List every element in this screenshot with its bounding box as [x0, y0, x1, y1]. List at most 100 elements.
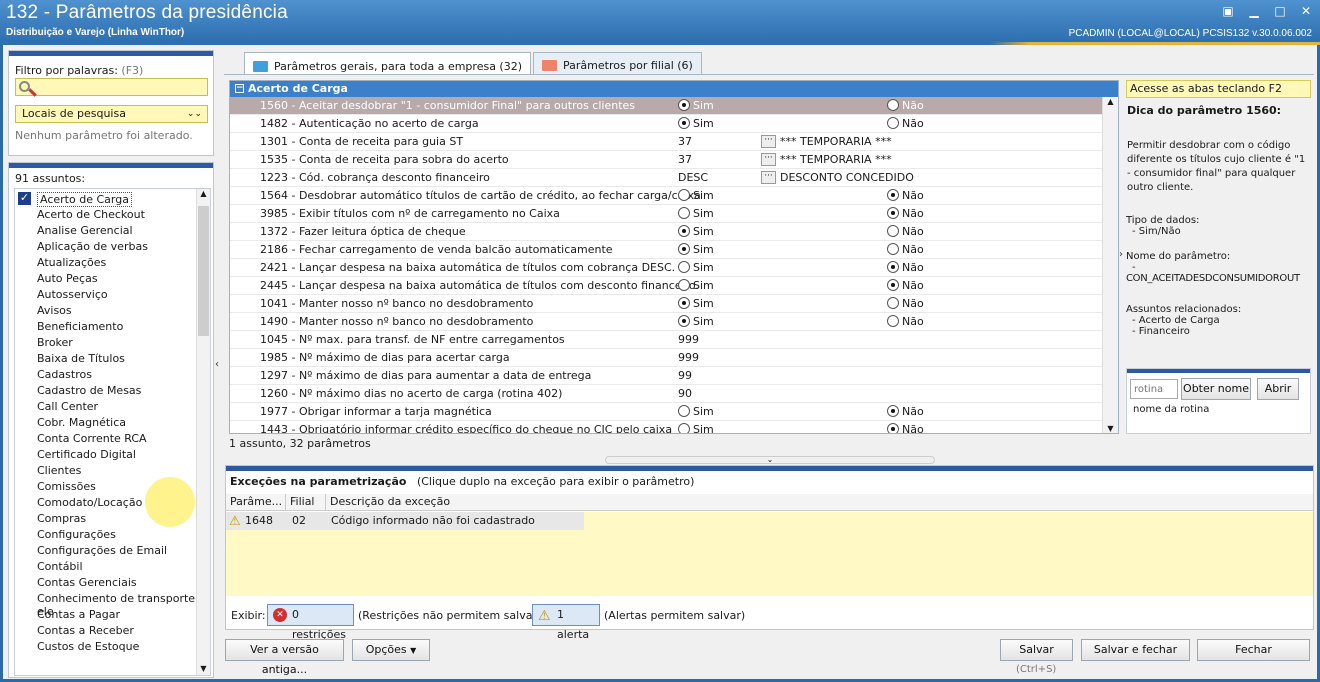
radio-no[interactable]: Não [887, 277, 924, 295]
parameter-row[interactable]: 2421 - Lançar despesa na baixa automátic… [230, 259, 1118, 277]
parameter-value[interactable]: 999 [678, 349, 699, 367]
radio-yes-icon[interactable] [678, 405, 690, 417]
radio-yes[interactable]: Sim [678, 421, 714, 433]
subject-item[interactable]: Cadastros [37, 368, 92, 381]
save-close-button[interactable]: Salvar e fechar [1081, 639, 1190, 661]
parameter-row[interactable]: 1297 - Nº máximo de dias para aumentar a… [230, 367, 1118, 385]
subject-item[interactable]: Autosserviço [37, 288, 108, 301]
close-button[interactable]: Fechar [1197, 639, 1310, 661]
parameter-value[interactable]: 99 [678, 367, 692, 385]
radio-yes[interactable]: Sim [678, 403, 714, 421]
radio-yes-icon[interactable] [678, 189, 690, 201]
parameter-row[interactable]: 1482 - Autenticação no acerto de carga Si… [230, 115, 1118, 133]
splitter-right-handle[interactable]: › [1119, 210, 1125, 300]
radio-no[interactable]: Não [887, 205, 924, 223]
lookup-button[interactable]: ··· [761, 153, 776, 166]
radio-no-icon[interactable] [887, 225, 899, 237]
exception-row[interactable]: ⚠ 1648 02 Código informado não foi cadas… [226, 512, 584, 530]
radio-yes[interactable]: Sim [678, 313, 714, 331]
radio-yes-icon[interactable] [678, 207, 690, 219]
subject-item[interactable]: Beneficiamento [37, 320, 123, 333]
parameter-row[interactable]: 1260 - Nº máximo dias no acerto de carga… [230, 385, 1118, 403]
grid-scrollbar[interactable]: ▲ ▼ [1102, 97, 1118, 433]
radio-no[interactable]: Não [887, 187, 924, 205]
radio-yes-icon[interactable] [678, 117, 690, 129]
radio-no-icon[interactable] [887, 261, 899, 273]
subject-item[interactable]: Aplicação de verbas [37, 240, 148, 253]
radio-yes-icon[interactable] [678, 315, 690, 327]
radio-no[interactable]: Não [887, 223, 924, 241]
subject-item[interactable]: Contas a Receber [37, 624, 134, 637]
restrictions-toggle[interactable]: ✕ 0 restrições [267, 604, 354, 641]
lookup-button[interactable]: ··· [761, 171, 776, 184]
parameter-value[interactable]: 37 [678, 151, 692, 169]
radio-yes-icon[interactable] [678, 225, 690, 237]
radio-no[interactable]: Não [887, 295, 924, 313]
subject-item[interactable]: Cadastro de Mesas [37, 384, 141, 397]
filter-input[interactable] [15, 78, 208, 96]
radio-yes[interactable]: Sim [678, 259, 714, 277]
parameter-row[interactable]: 1560 - Aceitar desdobrar "1 - consumidor… [230, 97, 1118, 115]
radio-yes-icon[interactable] [678, 261, 690, 273]
subjects-list[interactable]: ✓ Acerto de Carga Acerto de Checkout Anali… [14, 188, 211, 676]
subject-item[interactable]: Configurações [37, 528, 116, 541]
tab-branch[interactable]: Parâmetros por filial (6) [533, 52, 702, 74]
parameter-value[interactable]: 999 [678, 331, 699, 349]
minimize-icon[interactable]: ▁ [1244, 3, 1264, 19]
radio-yes-icon[interactable] [678, 297, 690, 309]
radio-yes[interactable]: Sim [678, 277, 714, 295]
collapse-icon[interactable]: − [235, 84, 244, 93]
radio-yes-icon[interactable] [678, 423, 690, 433]
parameter-row[interactable]: 1223 - Cód. cobrança desconto financeiro… [230, 169, 1118, 187]
radio-no-icon[interactable] [887, 189, 899, 201]
restore-icon[interactable]: ▣ [1218, 3, 1238, 19]
subject-item[interactable]: Acerto de Carga [37, 192, 132, 207]
parameter-row[interactable]: 1564 - Desdobrar automático títulos de c… [230, 187, 1118, 205]
subject-item[interactable]: Custos de Estoque [37, 640, 139, 653]
subject-item[interactable]: Contas a Pagar [37, 608, 120, 621]
radio-no-icon[interactable] [887, 207, 899, 219]
radio-no[interactable]: Não [887, 313, 924, 331]
radio-yes[interactable]: Sim [678, 241, 714, 259]
parameter-row[interactable]: 1443 - Obrigatório informar crédito espe… [230, 421, 1118, 433]
parameter-value[interactable]: 90 [678, 385, 692, 403]
subject-item[interactable]: Broker [37, 336, 73, 349]
radio-no-icon[interactable] [887, 315, 899, 327]
open-button[interactable]: Abrir [1257, 378, 1299, 400]
radio-no-icon[interactable] [887, 297, 899, 309]
radio-yes[interactable]: Sim [678, 187, 714, 205]
subject-item[interactable]: Call Center [37, 400, 98, 413]
subject-item[interactable]: Clientes [37, 464, 81, 477]
parameter-row[interactable]: 1372 - Fazer leitura óptica de cheque Sim… [230, 223, 1118, 241]
parameter-row[interactable]: 1535 - Conta de receita para sobra do ac… [230, 151, 1118, 169]
radio-no-icon[interactable] [887, 405, 899, 417]
scroll-down-icon[interactable]: ▼ [197, 664, 210, 673]
parameter-row[interactable]: 1985 - Nº máximo de dias para acertar ca… [230, 349, 1118, 367]
radio-yes[interactable]: Sim [678, 223, 714, 241]
subject-item[interactable]: Certificado Digital [37, 448, 136, 461]
parameter-row[interactable]: 1301 - Conta de receita para guia ST 37 ··… [230, 133, 1118, 151]
save-button[interactable]: Salvar [1000, 639, 1073, 661]
subject-item[interactable]: Contas Gerenciais [37, 576, 137, 589]
col-param[interactable]: Parâme... [226, 494, 286, 510]
radio-no-icon[interactable] [887, 117, 899, 129]
radio-yes[interactable]: Sim [678, 115, 714, 133]
options-button[interactable]: Opções ▼ [352, 639, 430, 661]
subject-item[interactable]: Cobr. Magnética [37, 416, 126, 429]
parameter-row[interactable]: 1045 - Nº max. para transf. de NF entre … [230, 331, 1118, 349]
radio-yes-icon[interactable] [678, 99, 690, 111]
parameter-row[interactable]: 1977 - Obrigar informar a tarja magnétic… [230, 403, 1118, 421]
scroll-thumb[interactable] [198, 206, 209, 336]
subject-checkbox[interactable]: ✓ [18, 192, 31, 205]
subject-item[interactable]: Contábil [37, 560, 83, 573]
close-icon[interactable]: ✕ [1296, 3, 1316, 19]
radio-yes[interactable]: Sim [678, 97, 714, 115]
subject-item[interactable]: Acerto de Checkout [37, 208, 145, 221]
col-filial[interactable]: Filial [286, 494, 326, 510]
parameter-row[interactable]: 2445 - Lançar despesa na baixa automátic… [230, 277, 1118, 295]
subjects-scrollbar[interactable]: ▲ ▼ [196, 189, 210, 675]
radio-no-icon[interactable] [887, 423, 899, 433]
subject-item[interactable]: Conta Corrente RCA [37, 432, 147, 445]
radio-no[interactable]: Não [887, 241, 924, 259]
parameter-row[interactable]: 1490 - Manter nosso nº banco no desdobra… [230, 313, 1118, 331]
